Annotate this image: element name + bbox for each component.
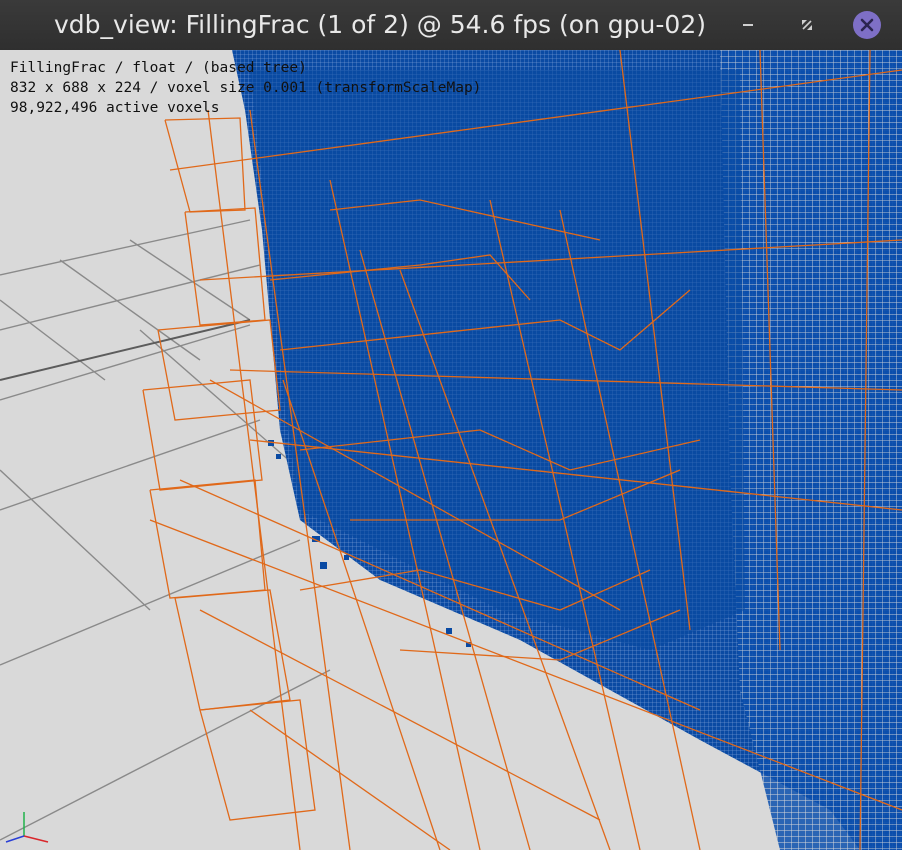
- minimize-icon: [743, 24, 753, 26]
- close-icon: [860, 18, 874, 32]
- vdb-view-window: vdb_view: FillingFrac (1 of 2) @ 54.6 fp…: [0, 0, 902, 850]
- restore-icon: [802, 20, 812, 30]
- restore-button[interactable]: [794, 12, 820, 38]
- axis-gizmo: [4, 810, 54, 850]
- minimize-button[interactable]: [735, 12, 761, 38]
- close-button[interactable]: [853, 11, 881, 39]
- axis-gizmo-icon: [5, 812, 49, 843]
- volume-render: [0, 50, 902, 850]
- title-bar[interactable]: vdb_view: FillingFrac (1 of 2) @ 54.6 fp…: [0, 0, 902, 51]
- window-title: vdb_view: FillingFrac (1 of 2) @ 54.6 fp…: [54, 10, 706, 39]
- 3d-viewport[interactable]: FillingFrac / float / (based tree) 832 x …: [0, 50, 902, 850]
